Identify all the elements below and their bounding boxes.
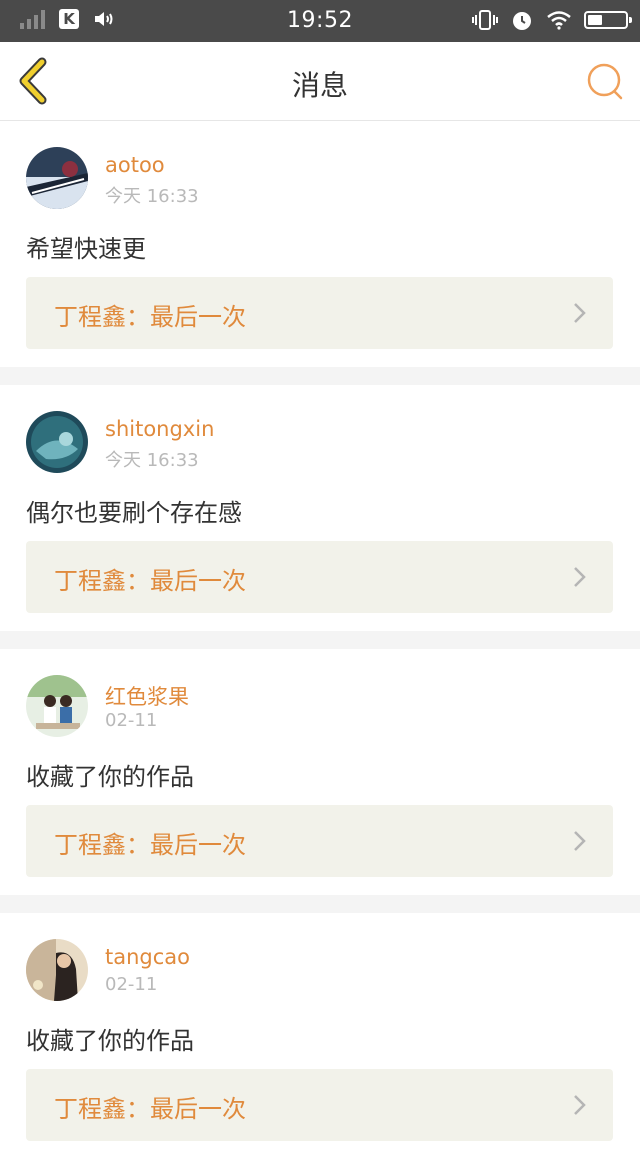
timestamp: 今天 16:33 (105, 450, 199, 471)
message-card: tangcao 02-11 收藏了你的作品 丁程鑫：最后一次 (0, 913, 640, 1159)
separator (0, 367, 640, 385)
username[interactable]: 红色浆果 (105, 681, 189, 711)
avatar[interactable] (26, 411, 88, 473)
username[interactable]: tangcao (105, 945, 190, 969)
vibrate-icon (472, 10, 498, 30)
status-right (472, 8, 632, 32)
message-text: 收藏了你的作品 (26, 1027, 194, 1055)
page-title: 消息 (291, 69, 348, 102)
avatar[interactable] (26, 147, 88, 209)
battery-icon (584, 11, 632, 29)
username[interactable]: aotoo (105, 153, 165, 177)
reply-preview[interactable]: 丁程鑫：最后一次 (26, 1069, 613, 1141)
alarm-icon (513, 12, 531, 30)
reply-text: 丁程鑫：最后一次 (54, 831, 246, 859)
status-bar: K 19:52 (0, 0, 640, 42)
avatar[interactable] (26, 939, 88, 1001)
message-text: 希望快速更 (26, 235, 146, 263)
timestamp: 02-11 (105, 974, 158, 995)
search-icon[interactable] (584, 60, 626, 102)
timestamp: 02-11 (105, 710, 158, 731)
message-card: 红色浆果 02-11 收藏了你的作品 丁程鑫：最后一次 (0, 649, 640, 895)
reply-preview[interactable]: 丁程鑫：最后一次 (26, 541, 613, 613)
reply-text: 丁程鑫：最后一次 (54, 303, 246, 331)
reply-text: 丁程鑫：最后一次 (54, 567, 246, 595)
reply-preview[interactable]: 丁程鑫：最后一次 (26, 805, 613, 877)
message-list: aotoo 今天 16:33 希望快速更 丁程鑫：最后一次 shitongxin… (0, 121, 640, 1159)
separator (0, 895, 640, 913)
avatar[interactable] (26, 675, 88, 737)
timestamp: 今天 16:33 (105, 186, 199, 207)
message-card: aotoo 今天 16:33 希望快速更 丁程鑫：最后一次 (0, 121, 640, 367)
chevron-right-icon (574, 1095, 586, 1115)
username[interactable]: shitongxin (105, 417, 214, 441)
message-text: 偶尔也要刷个存在感 (26, 499, 242, 527)
message-text: 收藏了你的作品 (26, 763, 194, 791)
nav-bar: 消息 (0, 42, 640, 121)
wifi-icon (547, 11, 571, 30)
message-card: shitongxin 今天 16:33 偶尔也要刷个存在感 丁程鑫：最后一次 (0, 385, 640, 631)
chevron-right-icon (574, 303, 586, 323)
reply-preview[interactable]: 丁程鑫：最后一次 (26, 277, 613, 349)
reply-text: 丁程鑫：最后一次 (54, 1095, 246, 1123)
chevron-right-icon (574, 831, 586, 851)
separator (0, 631, 640, 649)
chevron-right-icon (574, 567, 586, 587)
